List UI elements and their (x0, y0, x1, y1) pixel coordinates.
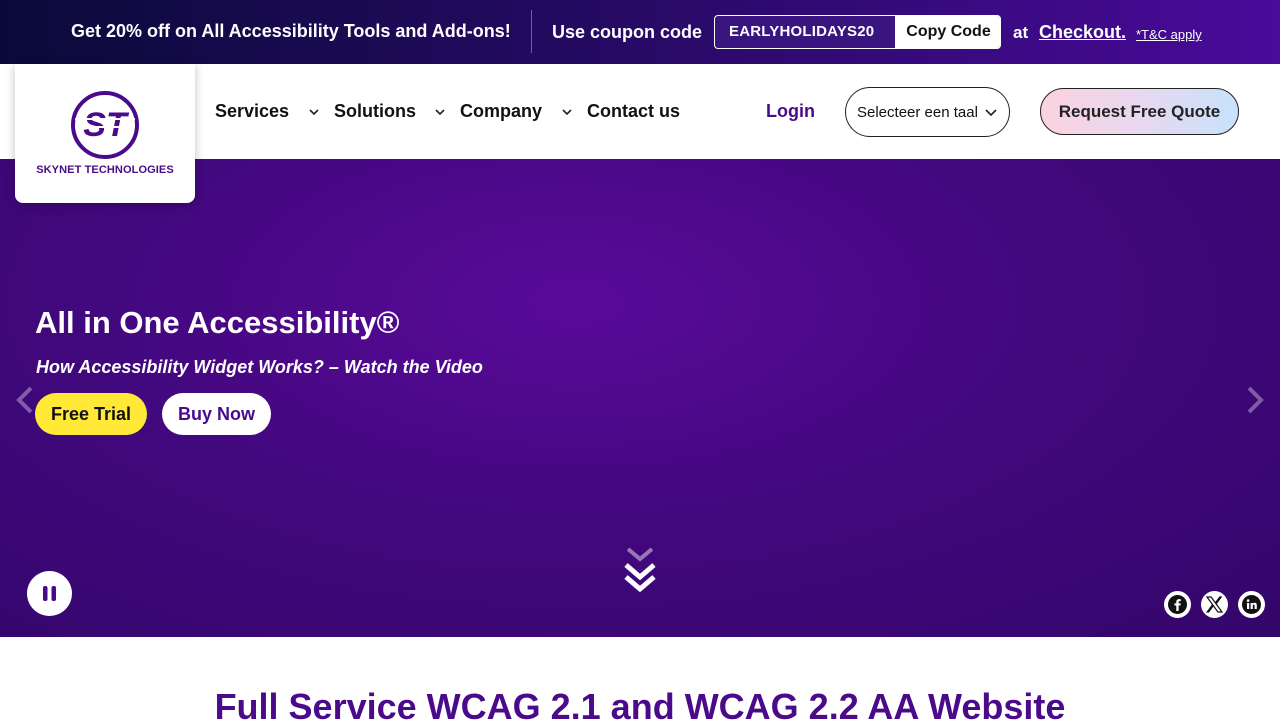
buy-now-button[interactable]: Buy Now (162, 393, 271, 435)
hero-title: All in One Accessibility® (35, 305, 400, 340)
logo-mark-icon: ST (71, 91, 139, 159)
facebook-link[interactable] (1164, 591, 1191, 618)
login-link[interactable]: Login (766, 101, 815, 122)
svg-text:ST: ST (83, 106, 130, 144)
x-link[interactable] (1201, 591, 1228, 618)
nav-item-company[interactable]: Company (460, 101, 542, 122)
facebook-icon (1168, 595, 1187, 614)
hero-video-link[interactable]: How Accessibility Widget Works? – Watch … (36, 357, 483, 378)
promo-divider (531, 10, 532, 53)
coupon-box: EARLYHOLIDAYS20 Copy Code (714, 15, 1001, 49)
pause-icon (43, 586, 56, 601)
arrow-left-icon[interactable] (14, 385, 36, 415)
coupon-code: EARLYHOLIDAYS20 (729, 23, 875, 40)
chevron-down-icon (985, 109, 997, 117)
x-icon (1205, 596, 1224, 613)
checkout-link[interactable]: Checkout. (1039, 22, 1126, 43)
promo-bar: Get 20% off on All Accessibility Tools a… (0, 0, 1280, 64)
language-select[interactable]: Selecteer een taal (845, 87, 1010, 137)
checkout-link-label: Checkout (1039, 22, 1122, 42)
promo-offer-text: Get 20% off on All Accessibility Tools a… (71, 21, 511, 41)
nav-item-solutions[interactable]: Solutions (334, 101, 416, 122)
scroll-down-icon[interactable] (622, 545, 658, 597)
chevron-down-icon[interactable] (308, 106, 320, 118)
pause-button[interactable] (27, 571, 72, 616)
logo[interactable]: ST SKYNET TECHNOLOGIES (15, 64, 195, 203)
logo-text: SKYNET TECHNOLOGIES (36, 164, 174, 176)
linkedin-link[interactable] (1238, 591, 1265, 618)
checkout-period: . (1121, 22, 1127, 42)
request-quote-button[interactable]: Request Free Quote (1040, 88, 1239, 135)
chevron-down-icon[interactable] (434, 106, 446, 118)
nav-item-contact[interactable]: Contact us (587, 101, 680, 122)
linkedin-icon (1242, 595, 1261, 614)
copy-code-button[interactable]: Copy Code (895, 16, 1000, 48)
arrow-right-icon[interactable] (1244, 385, 1266, 415)
promo-at-text: at (1013, 23, 1029, 42)
chevron-down-icon[interactable] (561, 106, 573, 118)
promo-use-coupon-text: Use coupon code (552, 22, 703, 42)
nav-item-services[interactable]: Services (215, 101, 289, 122)
terms-link[interactable]: *T&C apply (1136, 27, 1202, 42)
language-select-value: Selecteer een taal (857, 104, 978, 121)
section-heading: Full Service WCAG 2.1 and WCAG 2.2 AA We… (214, 686, 1066, 720)
free-trial-button[interactable]: Free Trial (35, 393, 147, 435)
hero-banner: All in One Accessibility® How Accessibil… (0, 159, 1280, 637)
